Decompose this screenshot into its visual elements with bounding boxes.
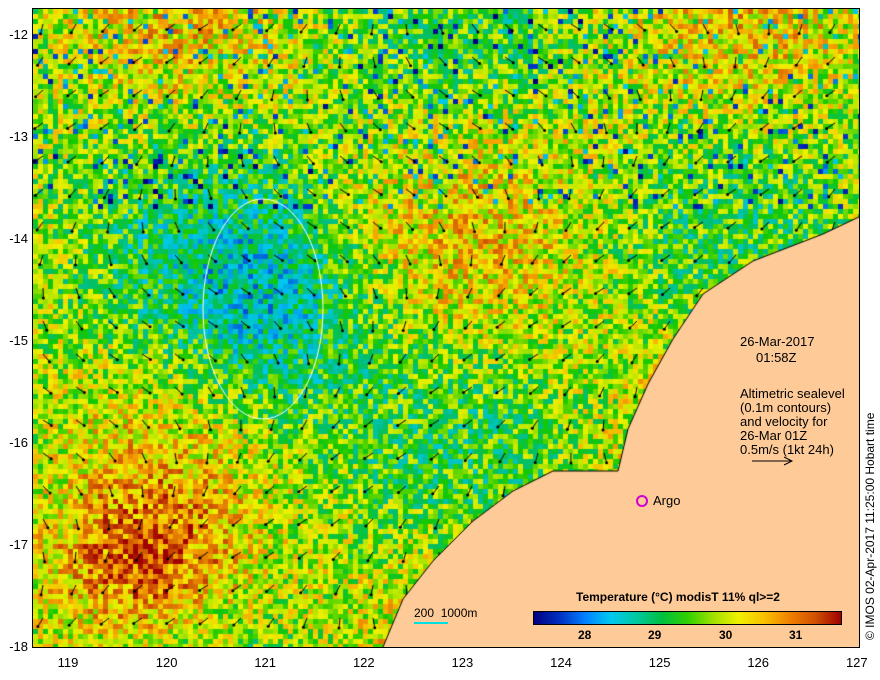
- colorbar-label: 30: [719, 628, 733, 642]
- lat-tick-label: -16: [9, 435, 28, 450]
- lat-tick-label: -17: [9, 537, 28, 552]
- lon-tick-label: 125: [648, 655, 671, 670]
- lon-tick-label: 124: [550, 655, 572, 670]
- lon-tick-label: 120: [155, 655, 178, 670]
- date-label: 26-Mar-2017: [740, 334, 815, 349]
- sst-map: [32, 8, 860, 648]
- sst-map-figure: 26-Mar-2017 01:58Z Altimetric sealevel (…: [0, 0, 880, 680]
- colorbar-title: Temperature (°C) modisT 11% ql>=2: [576, 590, 780, 604]
- colorbar-label: 28: [578, 628, 592, 642]
- velocity-scale-arrow-icon: [752, 456, 794, 466]
- lat-tick-label: -13: [9, 129, 28, 144]
- lat-tick-label: -18: [9, 639, 28, 654]
- argo-float-marker: [636, 495, 648, 507]
- copyright-text: © IMOS 02-Apr-2017 11:25:00 Hobart time: [863, 412, 877, 640]
- colorbar-label: 29: [648, 628, 662, 642]
- lat-tick-label: -12: [9, 27, 28, 42]
- lon-tick-label: 122: [352, 655, 375, 670]
- time-label: 01:58Z: [756, 350, 797, 365]
- lon-tick-label: 121: [254, 655, 277, 670]
- lat-tick-label: -15: [9, 333, 28, 348]
- depth-contour-line: [414, 622, 448, 624]
- lon-tick-label: 127: [845, 655, 868, 670]
- lon-tick-label: 119: [57, 655, 79, 670]
- lon-tick-label: 126: [747, 655, 770, 670]
- colorbar: [533, 611, 842, 625]
- depth-contour-legend: 200 1000m: [414, 606, 478, 620]
- lat-tick-label: -14: [9, 231, 28, 246]
- colorbar-label: 31: [789, 628, 803, 642]
- lon-tick-label: 123: [451, 655, 474, 670]
- sst-map-canvas: [33, 9, 859, 647]
- argo-label: Argo: [653, 493, 681, 508]
